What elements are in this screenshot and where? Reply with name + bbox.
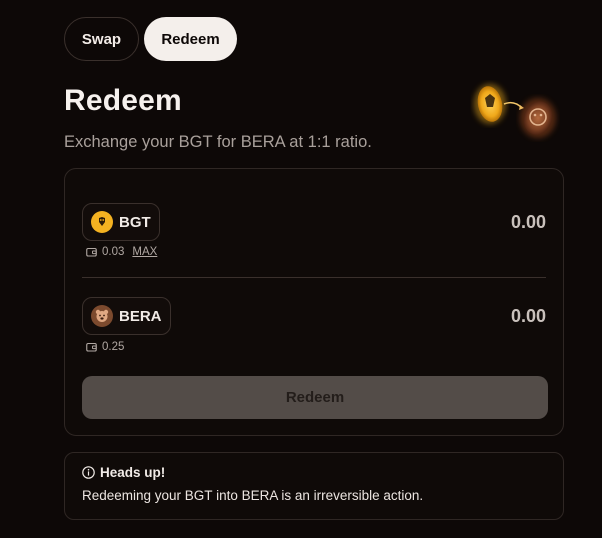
notice-header: Heads up!	[82, 465, 165, 480]
notice-body: Redeeming your BGT into BERA is an irrev…	[82, 488, 424, 503]
redeem-card: BGT 0.00 0.03 MAX BERA 0.00 0.25 Redeem	[64, 168, 564, 436]
redeem-button[interactable]: Redeem	[82, 376, 548, 419]
tab-bar: Swap Redeem	[64, 17, 237, 61]
notice-title: Heads up!	[100, 465, 166, 480]
bgt-token-icon	[91, 211, 113, 233]
from-amount-input[interactable]: 0.00	[511, 212, 546, 233]
from-balance-value: 0.03	[102, 246, 125, 258]
wallet-icon	[86, 247, 97, 257]
to-token-symbol: BERA	[119, 307, 162, 325]
heads-up-notice: Heads up! Redeeming your BGT into BERA i…	[64, 452, 564, 520]
to-amount-output: 0.00	[510, 306, 546, 326]
page-subtitle: Exchange your BGT for BERA at 1:1 ratio.	[64, 133, 372, 151]
from-token-selector[interactable]: BGT	[82, 203, 160, 241]
max-button[interactable]: MAX	[132, 246, 157, 258]
tab-redeem[interactable]: Redeem	[144, 17, 237, 61]
to-token-selector[interactable]: BERA	[82, 297, 171, 335]
page-title: Redeem	[64, 84, 182, 117]
to-balance-value: 0.25	[102, 341, 125, 353]
to-balance: 0.25	[86, 341, 124, 353]
divider	[82, 277, 546, 278]
from-balance: 0.03 MAX	[86, 246, 157, 258]
wallet-icon	[86, 342, 97, 352]
info-icon	[82, 466, 95, 479]
bera-token-icon	[91, 305, 113, 327]
from-token-symbol: BGT	[119, 213, 151, 231]
bgt-to-bera-coins-illustration	[474, 84, 556, 138]
tab-swap[interactable]: Swap	[64, 17, 139, 61]
